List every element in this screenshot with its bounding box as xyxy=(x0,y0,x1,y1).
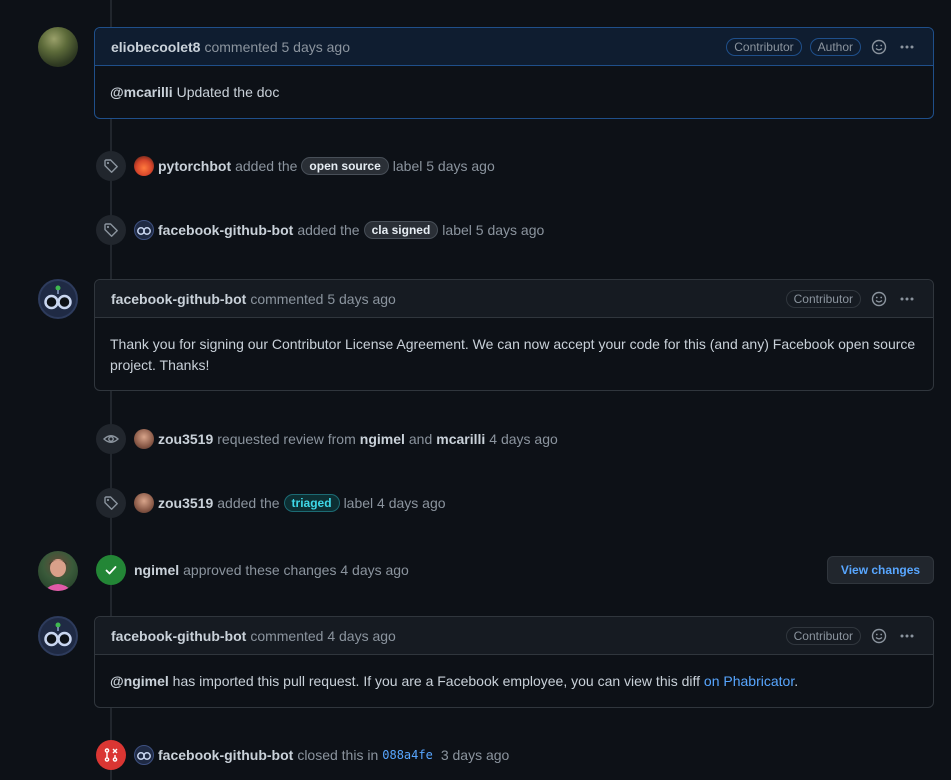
timeline-event-label: pytorchbot added the open source label 5… xyxy=(96,151,499,181)
avatar[interactable] xyxy=(38,616,78,656)
event-text[interactable]: approved these changes 4 days ago xyxy=(183,562,409,578)
comment-timestamp[interactable]: commented 4 days ago xyxy=(250,628,396,644)
comment-author[interactable]: eliobecoolet8 xyxy=(111,39,200,55)
contributor-badge: Contributor xyxy=(785,289,861,308)
tag-icon xyxy=(96,215,126,245)
mention-link[interactable]: @ngimel xyxy=(110,673,169,689)
tag-icon xyxy=(96,488,126,518)
kebab-horizontal-icon[interactable] xyxy=(897,626,917,646)
avatar[interactable] xyxy=(134,429,154,449)
comment-author[interactable]: facebook-github-bot xyxy=(111,628,246,644)
view-changes-button[interactable]: View changes xyxy=(827,556,934,584)
mention-link[interactable]: @mcarilli xyxy=(110,84,173,100)
label-pill[interactable]: cla signed xyxy=(363,221,439,239)
avatar[interactable] xyxy=(134,745,154,765)
event-timestamp[interactable]: 3 days ago xyxy=(441,747,510,763)
event-text: added the xyxy=(235,158,298,174)
event-text: added the xyxy=(297,222,360,238)
comment-text: Thank you for signing our Contributor Li… xyxy=(110,336,916,373)
event-actor[interactable]: facebook-github-bot xyxy=(158,222,293,238)
comment-header: facebook-github-bot commented 4 days ago… xyxy=(95,617,933,655)
avatar[interactable] xyxy=(38,551,78,591)
timeline-event-label: facebook-github-bot added the cla signed… xyxy=(96,215,548,245)
smiley-icon[interactable] xyxy=(869,626,889,646)
label-pill[interactable]: triaged xyxy=(283,494,340,512)
event-actor[interactable]: ngimel xyxy=(134,562,179,578)
comment-text-end: . xyxy=(794,673,799,689)
reviewer-link[interactable]: mcarilli xyxy=(436,431,485,447)
smiley-icon[interactable] xyxy=(869,289,889,309)
event-text: requested review from xyxy=(217,431,356,447)
check-icon xyxy=(96,555,126,585)
event-text[interactable]: label 5 days ago xyxy=(393,158,495,174)
timeline-event-review-request: zou3519 requested review from ngimel and… xyxy=(96,424,562,454)
smiley-icon[interactable] xyxy=(869,37,889,57)
event-text: closed this in xyxy=(297,747,379,763)
event-actor[interactable]: zou3519 xyxy=(158,495,213,511)
comment-card: facebook-github-bot commented 4 days ago… xyxy=(94,616,934,708)
commit-sha-link[interactable]: 088a4fe xyxy=(382,748,433,762)
comment-card: facebook-github-bot commented 5 days ago… xyxy=(94,279,934,391)
avatar[interactable] xyxy=(38,27,78,67)
comment-body: Thank you for signing our Contributor Li… xyxy=(95,318,933,392)
phabricator-link[interactable]: on Phabricator xyxy=(704,673,794,689)
kebab-horizontal-icon[interactable] xyxy=(897,289,917,309)
comment-text: has imported this pull request. If you a… xyxy=(168,673,704,689)
avatar[interactable] xyxy=(134,156,154,176)
timeline-event-label: zou3519 added the triaged label 4 days a… xyxy=(96,488,450,518)
tag-icon xyxy=(96,151,126,181)
event-text: added the xyxy=(217,495,280,511)
comment-body: @mcarilli Updated the doc xyxy=(95,66,933,119)
comment-body: @ngimel has imported this pull request. … xyxy=(95,655,933,708)
event-text[interactable]: label 5 days ago xyxy=(442,222,544,238)
avatar[interactable] xyxy=(38,279,78,319)
event-actor[interactable]: facebook-github-bot xyxy=(158,747,293,763)
comment-header: eliobecoolet8 commented 5 days ago Contr… xyxy=(95,28,933,66)
contributor-badge: Contributor xyxy=(785,626,861,645)
contributor-badge: Contributor xyxy=(726,37,802,56)
comment-timestamp[interactable]: commented 5 days ago xyxy=(250,291,396,307)
comment-text: Updated the doc xyxy=(172,84,280,100)
event-timestamp[interactable]: 4 days ago xyxy=(489,431,558,447)
comment-timestamp[interactable]: commented 5 days ago xyxy=(204,39,350,55)
avatar[interactable] xyxy=(134,493,154,513)
avatar[interactable] xyxy=(134,220,154,240)
comment-card: eliobecoolet8 commented 5 days ago Contr… xyxy=(94,27,934,119)
kebab-horizontal-icon[interactable] xyxy=(897,37,917,57)
git-pull-request-closed-icon xyxy=(96,740,126,770)
event-actor[interactable]: pytorchbot xyxy=(158,158,231,174)
comment-header: facebook-github-bot commented 5 days ago… xyxy=(95,280,933,318)
author-badge: Author xyxy=(809,37,861,56)
comment-author[interactable]: facebook-github-bot xyxy=(111,291,246,307)
label-pill[interactable]: open source xyxy=(301,157,389,175)
event-text[interactable]: label 4 days ago xyxy=(344,495,446,511)
reviewer-link[interactable]: ngimel xyxy=(360,431,405,447)
timeline-event-closed: facebook-github-bot closed this in 088a4… xyxy=(96,740,513,770)
event-text: and xyxy=(408,431,433,447)
event-actor[interactable]: zou3519 xyxy=(158,431,213,447)
timeline-event-approved: ngimel approved these changes 4 days ago xyxy=(96,555,413,585)
eye-icon xyxy=(96,424,126,454)
